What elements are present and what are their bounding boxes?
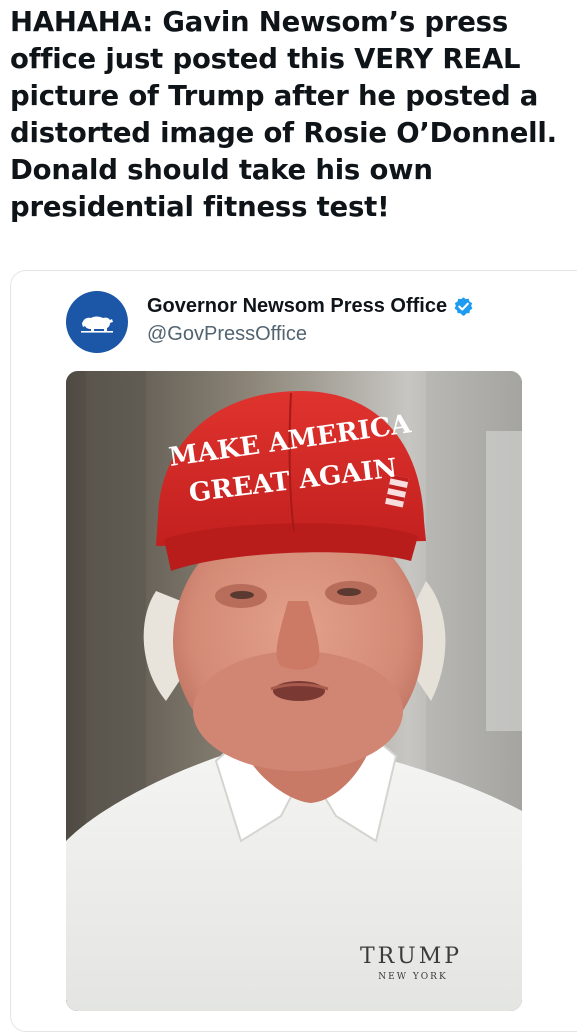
trump-photo-illustration: MAKE AMERICA GREAT AGAIN TRUMP NEW YORK <box>66 371 522 1011</box>
author-name-row: Governor Newsom Press Office <box>147 295 474 318</box>
post-text: HAHAHA: Gavin Newsom’s press office just… <box>10 6 557 223</box>
quoted-post-card[interactable]: Governor Newsom Press Office @GovPressOf… <box>10 270 577 1032</box>
shirt-logo-text: TRUMP <box>360 944 462 969</box>
author-name[interactable]: Governor Newsom Press Office <box>147 295 447 318</box>
author-avatar[interactable] <box>66 291 128 353</box>
shirt-logo-subtext: NEW YORK <box>378 972 447 982</box>
author-handle[interactable]: @GovPressOffice <box>147 323 307 346</box>
post-image[interactable]: MAKE AMERICA GREAT AGAIN TRUMP NEW YORK <box>66 371 522 1011</box>
california-bear-icon <box>81 316 113 333</box>
verified-badge-icon <box>454 297 473 316</box>
